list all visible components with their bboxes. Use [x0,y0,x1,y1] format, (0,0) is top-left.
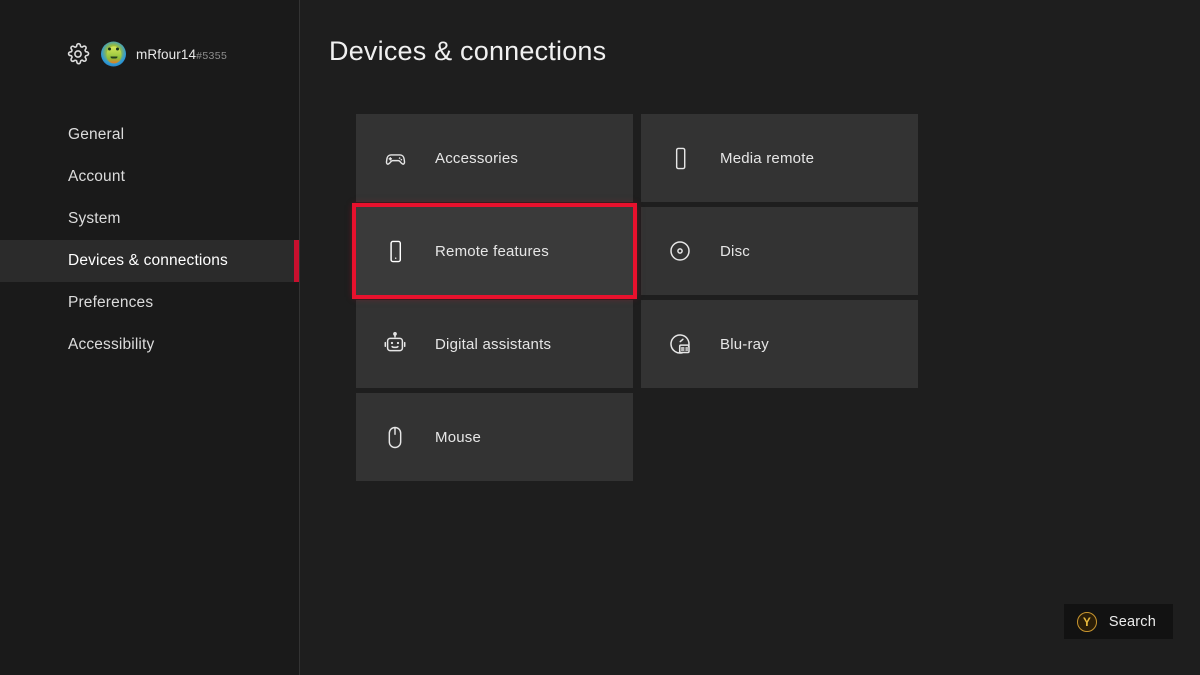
avatar [101,41,126,67]
tile-label: Mouse [435,428,482,446]
gamertag: mRfour14#5355 [66,47,227,62]
sidebar-item-devices-and-connections[interactable]: Devices & connections [0,240,299,282]
profile-row[interactable]: mRfour14#5355 [0,34,299,74]
search-button-label: Search [1108,613,1156,630]
robot-icon [383,331,407,357]
sidebar: mRfour14#5355 General Account System Dev… [0,0,300,675]
sidebar-item-general[interactable]: General [0,114,299,156]
gamertag-suffix: #5355 [196,49,228,62]
sidebar-nav: General Account System Devices & connect… [0,114,299,366]
phone-icon [383,238,407,264]
main-content: Devices & connections Accessories Media … [300,0,1200,675]
remote-icon [668,145,692,171]
tile-media-remote[interactable]: Media remote [641,114,918,202]
gear-icon[interactable] [66,42,90,66]
sidebar-item-label: Accessibility [68,336,155,353]
tile-disc[interactable]: Disc [641,207,918,295]
tile-blu-ray[interactable]: Blu-ray [641,300,918,388]
sidebar-item-label: Account [68,168,126,185]
tile-label: Digital assistants [435,335,552,353]
tile-label: Media remote [720,149,815,167]
tile-mouse[interactable]: Mouse [356,393,633,481]
gamepad-icon [383,145,407,171]
tile-label: Accessories [435,149,519,167]
sidebar-item-label: Preferences [68,294,154,311]
sidebar-item-preferences[interactable]: Preferences [0,282,299,324]
sidebar-item-account[interactable]: Account [0,156,299,198]
tile-accessories[interactable]: Accessories [356,114,633,202]
y-button-icon: Y [1076,611,1097,632]
tile-label: Remote features [435,242,549,260]
gamertag-name: mRfour14 [136,46,197,62]
tile-remote-features[interactable]: Remote features [352,203,637,299]
tile-label: Blu-ray [720,335,769,353]
sidebar-item-label: Devices & connections [68,252,228,269]
sidebar-item-label: System [68,210,121,227]
xbox-settings-screen: mRfour14#5355 General Account System Dev… [0,0,1200,675]
sidebar-item-label: General [68,126,125,143]
sidebar-item-system[interactable]: System [0,198,299,240]
tile-digital-assistants[interactable]: Digital assistants [356,300,633,388]
search-button[interactable]: Y Search [1063,604,1173,639]
bluray-icon [668,331,692,357]
tile-grid: Accessories Media remote Remote features… [352,114,918,481]
sidebar-item-accessibility[interactable]: Accessibility [0,324,299,366]
disc-icon [668,238,692,264]
mouse-icon [383,424,407,450]
tile-label: Disc [720,242,750,260]
selection-accent-bar [294,240,299,282]
page-title: Devices & connections [329,36,607,66]
